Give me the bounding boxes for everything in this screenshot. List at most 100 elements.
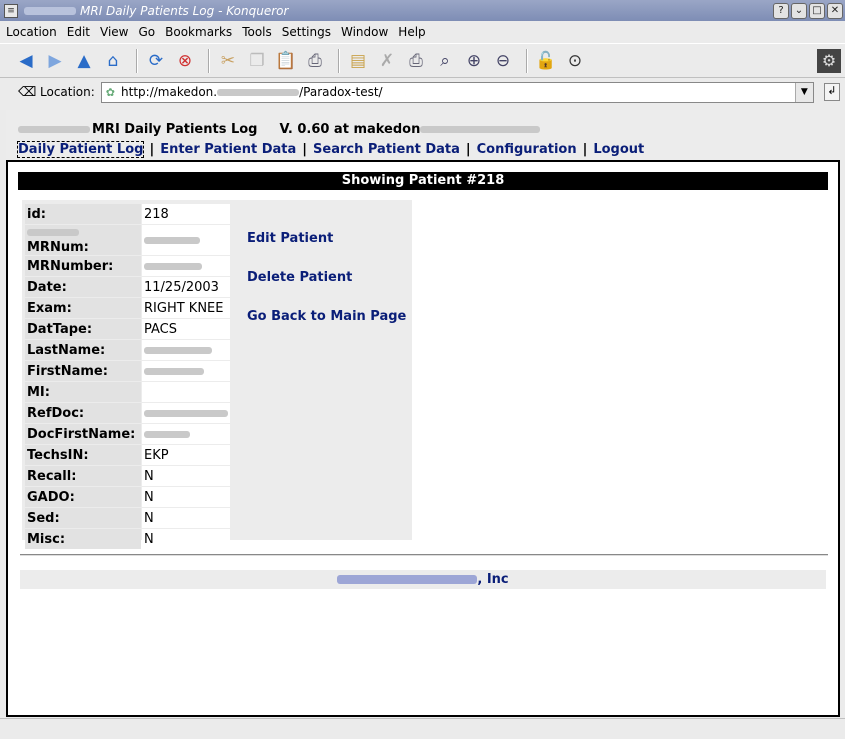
nav-enter-patient-data[interactable]: Enter Patient Data (160, 142, 296, 157)
nav-configuration[interactable]: Configuration (477, 142, 577, 157)
table-row: MRNum: (25, 225, 230, 255)
close-icon[interactable]: ✕ (827, 2, 843, 19)
menu-tools[interactable]: Tools (242, 25, 272, 39)
field-value: N (142, 529, 230, 549)
up-icon[interactable]: ▲ (72, 49, 96, 73)
maximize-icon[interactable]: □ (809, 2, 825, 19)
patient-record-panel: id: 218 MRNum: MRNumber: Date: 11/25/2003 … (22, 200, 412, 549)
redacted-text (144, 346, 212, 354)
url-text-prefix: http://makedon. (121, 85, 218, 99)
field-label: Exam: (25, 298, 141, 318)
record-actions: Edit Patient Delete Patient Go Back to M… (232, 200, 410, 540)
field-label: MI: (25, 382, 141, 402)
menu-bookmarks[interactable]: Bookmarks (165, 25, 232, 39)
content-frame: Showing Patient #218 id: 218 MRNum: MRNum… (6, 160, 840, 717)
delete-icon[interactable]: ✗ (375, 49, 399, 73)
menu-window[interactable]: Window (341, 25, 388, 39)
window-titlebar: ≡ MRI Daily Patients Log - Konqueror ? ⌄… (0, 0, 845, 21)
home-icon[interactable]: ⌂ (101, 49, 125, 73)
table-row: FirstName: (25, 361, 230, 381)
nav-daily-patient-log[interactable]: Daily Patient Log (16, 141, 145, 158)
menu-edit[interactable]: Edit (67, 25, 90, 39)
table-row: Date: 11/25/2003 (25, 277, 230, 297)
table-row: Sed: N (25, 508, 230, 528)
menu-bar: Location Edit View Go Bookmarks Tools Se… (0, 21, 845, 42)
new-folder-icon[interactable]: ▤ (346, 49, 370, 73)
field-label: MRNum: (25, 225, 141, 255)
field-label: Recall: (25, 466, 141, 486)
redacted-text (144, 409, 228, 417)
konqueror-app-icon[interactable]: ≡ (4, 3, 18, 18)
download-icon[interactable]: ⊙ (563, 49, 587, 73)
edit-patient-link[interactable]: Edit Patient (247, 231, 333, 246)
menu-help[interactable]: Help (398, 25, 425, 39)
redacted-text (217, 88, 300, 96)
nav-search-patient-data[interactable]: Search Patient Data (313, 142, 460, 157)
field-label: FirstName: (25, 361, 141, 381)
field-label: GADO: (25, 487, 141, 507)
redacted-text (337, 575, 478, 584)
field-label: DocFirstName: (25, 424, 141, 444)
table-row: MRNumber: (25, 256, 230, 276)
clear-location-icon[interactable]: ⌫ (18, 85, 36, 100)
field-value: N (142, 508, 230, 528)
field-label: Date: (25, 277, 141, 297)
nav-separator: | (465, 142, 471, 157)
url-dropdown-icon[interactable]: ▼ (794, 82, 813, 102)
field-value (142, 361, 230, 381)
table-row: GADO: N (25, 487, 230, 507)
patient-record-table: id: 218 MRNum: MRNumber: Date: 11/25/2003 … (24, 203, 231, 550)
help-icon[interactable]: ? (773, 2, 789, 19)
field-label: DatTape: (25, 319, 141, 339)
shade-icon[interactable]: ⌄ (791, 2, 807, 19)
patient-banner: Showing Patient #218 (18, 172, 828, 190)
window-title: MRI Daily Patients Log - Konqueror (18, 4, 773, 18)
toolbar-separator (338, 48, 340, 73)
field-label: RefDoc: (25, 403, 141, 423)
page-title: MRI Daily Patients Log V. 0.60 at makedo… (18, 122, 840, 137)
footer: , Inc (20, 570, 826, 589)
table-row: DatTape: PACS (25, 319, 230, 339)
reload-icon[interactable]: ⟳ (144, 49, 168, 73)
field-label: MRNumber: (25, 256, 141, 276)
nav-separator: | (582, 142, 588, 157)
print-icon[interactable]: ⎙ (303, 49, 327, 73)
nav-logout[interactable]: Logout (593, 142, 644, 157)
table-row: RefDoc: (25, 403, 230, 423)
find-icon[interactable]: ⌕ (433, 49, 457, 73)
go-button[interactable]: ↲ (823, 83, 840, 101)
paste-icon[interactable]: 📋 (274, 49, 298, 73)
field-label: LastName: (25, 340, 141, 360)
stop-icon[interactable]: ⊗ (173, 49, 197, 73)
redacted-text (144, 430, 190, 438)
menu-go[interactable]: Go (139, 25, 156, 39)
field-value (142, 256, 230, 276)
url-input[interactable]: ✿ http://makedon. /Paradox-test/ ▼ (100, 81, 814, 103)
field-value (142, 340, 230, 360)
zoom-out-icon[interactable]: ⊖ (491, 49, 515, 73)
zoom-in-icon[interactable]: ⊕ (462, 49, 486, 73)
field-value: 218 (142, 204, 230, 224)
redacted-text (144, 367, 204, 375)
print-frame-icon[interactable]: ⎙ (404, 49, 428, 73)
delete-patient-link[interactable]: Delete Patient (247, 270, 352, 285)
field-value: PACS (142, 319, 230, 339)
menu-view[interactable]: View (100, 25, 128, 39)
redacted-text (144, 262, 202, 270)
cut-icon[interactable]: ✂ (216, 49, 240, 73)
redacted-text (18, 126, 90, 133)
forward-icon[interactable]: ▶ (43, 49, 67, 73)
redacted-text (24, 7, 76, 15)
table-row: Misc: N (25, 529, 230, 549)
back-to-main-link[interactable]: Go Back to Main Page (247, 309, 406, 324)
copy-icon[interactable]: ❐ (245, 49, 269, 73)
lock-icon[interactable]: 🔓 (534, 49, 558, 73)
back-icon[interactable]: ◀ (14, 49, 38, 73)
footer-company: , Inc (477, 572, 509, 587)
app-title: MRI Daily Patients Log (92, 122, 258, 137)
menu-location[interactable]: Location (6, 25, 57, 39)
menu-settings[interactable]: Settings (282, 25, 331, 39)
page-header: MRI Daily Patients Log V. 0.60 at makedo… (6, 110, 840, 160)
table-row: DocFirstName: (25, 424, 230, 444)
field-value: N (142, 466, 230, 486)
